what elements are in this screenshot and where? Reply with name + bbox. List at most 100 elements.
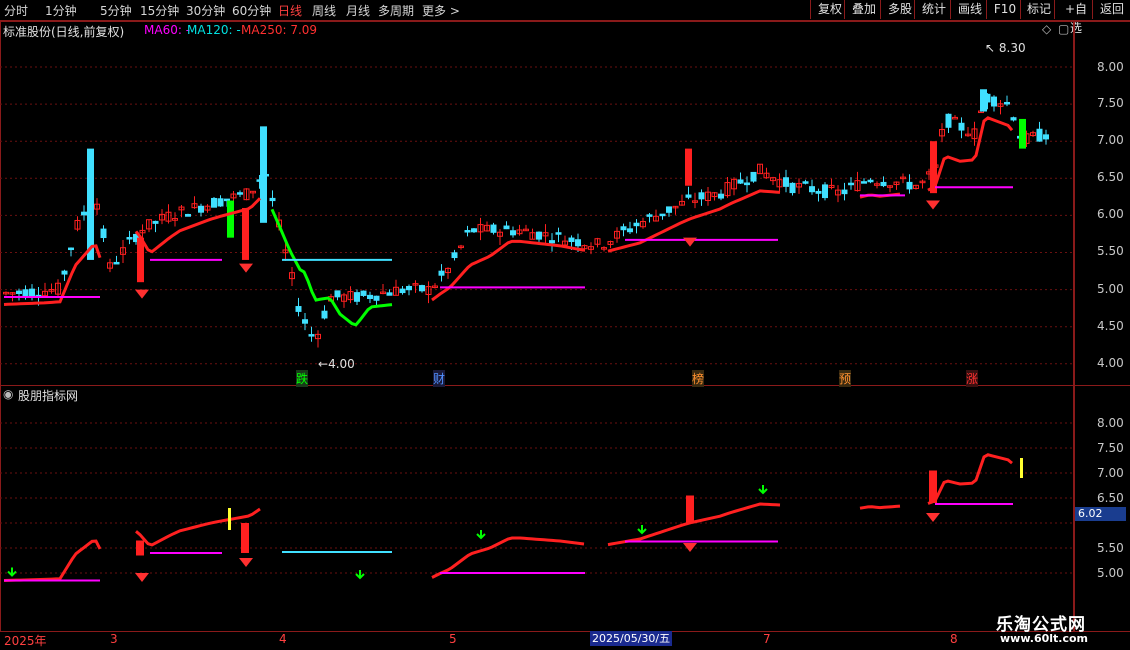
candle-body: [399, 288, 406, 294]
down-arrow-icon: [637, 525, 647, 535]
candle-body: [68, 247, 74, 251]
candle-body: [549, 240, 555, 244]
candle-body: [354, 292, 360, 302]
candle-body: [789, 182, 796, 194]
candle-body: [627, 228, 633, 233]
candle-body: [367, 294, 373, 299]
candle-body: [113, 261, 120, 265]
candle-body: [126, 237, 133, 240]
candle-body: [1019, 118, 1026, 149]
candle-body: [659, 213, 666, 217]
candle-body: [237, 192, 243, 195]
high-value: 8.30: [998, 41, 1026, 55]
low-price-label: ←4.00: [318, 357, 355, 371]
event-mark-finance[interactable]: 财: [433, 370, 446, 387]
candle-body: [451, 252, 458, 259]
candle-body: [952, 116, 958, 120]
chart-canvas: [0, 66, 1073, 582]
candle-body: [685, 194, 692, 198]
indicator-bar: [228, 508, 231, 530]
candle-body: [198, 205, 204, 213]
candle-body: [227, 200, 234, 238]
candle-body: [308, 334, 315, 337]
event-mark-drop[interactable]: 跌: [296, 370, 309, 387]
candle-body: [321, 310, 328, 319]
candle-body: [848, 182, 854, 186]
candle-body: [334, 290, 341, 298]
date-label: 8: [950, 632, 958, 646]
candle-body: [568, 237, 575, 243]
candle-body: [242, 207, 249, 260]
down-arrow-icon: [7, 567, 17, 577]
diamond-icon: [239, 558, 253, 567]
candle-body: [620, 226, 627, 231]
date-label: 2025年: [4, 634, 47, 648]
candle-body: [464, 230, 471, 233]
event-mark-rise[interactable]: 涨: [966, 370, 979, 387]
high-price-label: ↖ 8.30: [985, 41, 1026, 55]
indicator-bar: [686, 495, 694, 523]
date-label: 4: [279, 632, 287, 646]
event-mark-list[interactable]: 榜: [692, 370, 705, 387]
candle-body: [555, 232, 562, 235]
trend-line: [3, 244, 102, 306]
candle-body: [217, 198, 224, 207]
candle-body: [503, 225, 510, 230]
candle-body: [750, 171, 757, 182]
candle-body: [980, 89, 987, 112]
candle-body: [744, 182, 750, 186]
candle-body: [185, 213, 191, 217]
candle-body: [802, 181, 809, 184]
indicator-bar: [241, 523, 249, 553]
indicator-bar: [136, 540, 144, 556]
down-arrow-icon: [758, 485, 768, 495]
candle-body: [100, 228, 107, 239]
candle-body: [1010, 117, 1017, 121]
diamond-icon: [135, 289, 149, 299]
candle-body: [718, 193, 724, 199]
candle-body: [575, 239, 581, 247]
candle-body: [906, 181, 913, 190]
candle-body: [1043, 134, 1049, 140]
down-arrow-icon: [355, 570, 365, 580]
indicator-line: [927, 453, 1013, 505]
candle-body: [841, 189, 848, 195]
candle-body: [958, 122, 965, 131]
trend-line: [927, 116, 1014, 192]
candle-body: [406, 285, 412, 291]
candle-body: [698, 192, 705, 200]
candle-body: [224, 198, 230, 202]
candle-body: [490, 224, 497, 233]
candle-body: [471, 228, 477, 233]
candle-body: [633, 222, 640, 227]
arrow-icon: ←: [318, 357, 329, 371]
arrow-icon: ↖: [985, 41, 996, 55]
trend-line: [270, 208, 393, 327]
candle-body: [360, 290, 367, 296]
diamond-icon: [135, 573, 149, 582]
event-mark-forecast[interactable]: 预: [839, 370, 852, 387]
candle-body: [16, 290, 22, 295]
candle-body: [295, 306, 302, 312]
indicator-bar: [1020, 458, 1023, 478]
candle-body: [29, 288, 35, 297]
low-value: 4.00: [328, 357, 355, 371]
candle-body: [373, 295, 380, 301]
candle-body: [510, 230, 516, 236]
date-label: 3: [110, 632, 118, 646]
down-arrow-icon: [476, 530, 486, 540]
candle-body: [419, 285, 425, 292]
candle-body: [87, 148, 94, 260]
candle-body: [815, 190, 822, 194]
crosshair-date: 2025/05/30/五: [590, 631, 673, 646]
candle-body: [269, 197, 276, 202]
candle-body: [809, 186, 815, 193]
diamond-icon: [926, 200, 940, 210]
candle-body: [1036, 128, 1043, 142]
candle-body: [260, 126, 267, 223]
candle-body: [861, 181, 867, 184]
candle-body: [152, 220, 159, 224]
candle-body: [386, 292, 393, 296]
diamond-icon: [239, 263, 253, 273]
candle-body: [211, 197, 217, 208]
